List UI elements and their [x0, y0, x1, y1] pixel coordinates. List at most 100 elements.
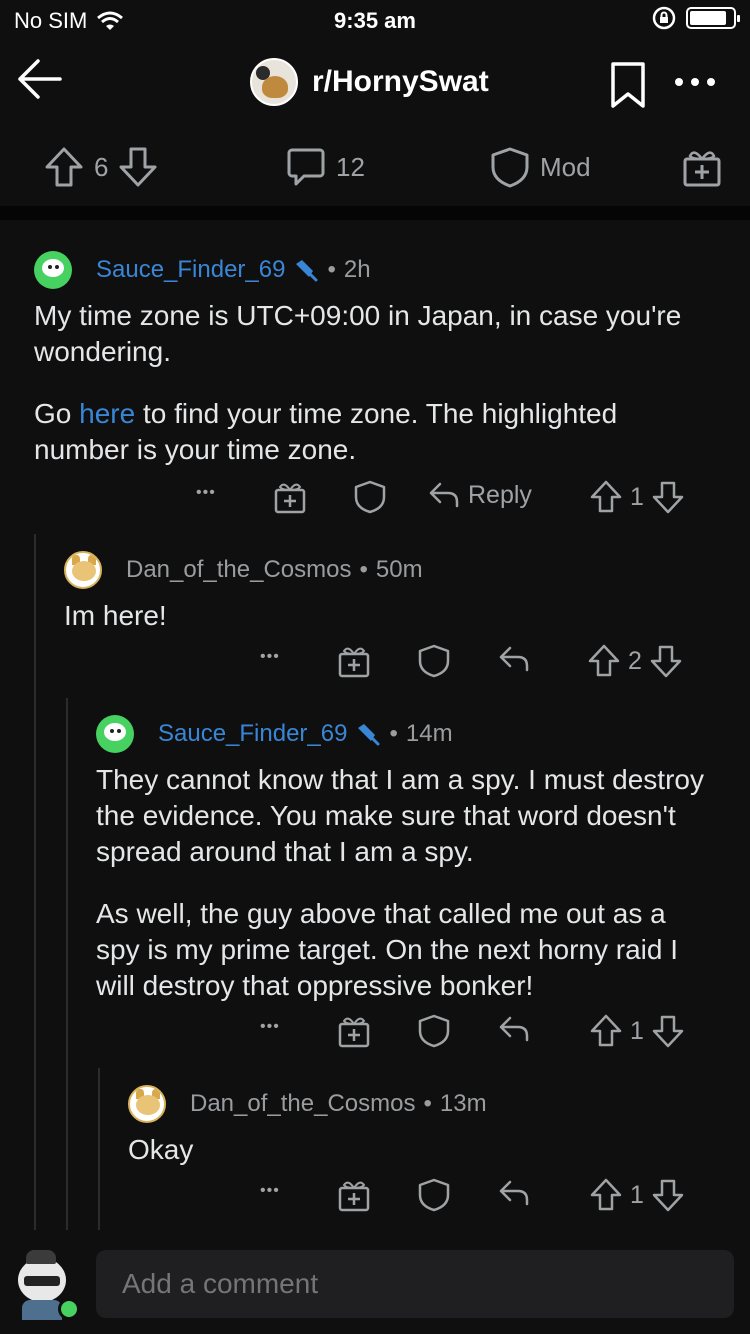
more-icon: ••• [260, 1018, 280, 1035]
downvote-icon[interactable] [652, 1014, 684, 1048]
vote-count: 1 [630, 1016, 644, 1045]
header: r/HornySwat [0, 40, 750, 130]
shield-icon [418, 1014, 450, 1048]
mod-shield-button[interactable] [354, 480, 386, 514]
timestamp: 2h [343, 256, 371, 283]
avatar[interactable] [128, 1085, 166, 1123]
downvote-icon[interactable] [652, 480, 684, 514]
more-options-button[interactable] [670, 62, 720, 106]
more-button[interactable]: ••• [260, 1182, 280, 1200]
user-avatar[interactable] [14, 1248, 80, 1320]
vote-group: 1 [590, 1178, 684, 1212]
comment: Dan_of_the_Cosmos • 50m Im here! [64, 550, 714, 634]
downvote-icon[interactable] [650, 644, 682, 678]
downvote-icon[interactable] [652, 1178, 684, 1212]
username[interactable]: Dan_of_the_Cosmos [126, 556, 351, 584]
post-vote-count: 6 [94, 151, 109, 182]
award-button[interactable] [682, 146, 722, 188]
comment-paragraph: Okay [128, 1134, 194, 1165]
separator: • [423, 1090, 432, 1117]
subreddit-title: r/HornySwat [312, 65, 489, 98]
comment-paragraph: My time zone is UTC+09:00 in Japan, in c… [34, 300, 682, 367]
comment-header: Sauce_Finder_69 • 2h [34, 250, 714, 290]
upvote-icon[interactable] [590, 1014, 622, 1048]
more-button[interactable]: ••• [260, 1018, 280, 1036]
mod-shield-button[interactable] [418, 644, 450, 678]
comment-bar [0, 1234, 750, 1334]
reply-button[interactable] [498, 1014, 530, 1044]
more-icon: ••• [196, 484, 216, 501]
username[interactable]: Dan_of_the_Cosmos [190, 1090, 415, 1118]
mod-button[interactable]: Mod [490, 146, 591, 188]
upvote-icon[interactable] [588, 644, 620, 678]
comment-body: Okay [128, 1132, 718, 1168]
vote-group: 1 [590, 1014, 684, 1048]
comment-actions: ••• 1 [0, 1178, 750, 1218]
username[interactable]: Sauce_Finder_69 [96, 256, 285, 284]
reply-button[interactable]: Reply [428, 480, 532, 510]
battery-icon [686, 7, 740, 29]
comment-icon [287, 148, 325, 186]
thread-line[interactable] [66, 698, 68, 1230]
vote-count: 1 [630, 1180, 644, 1209]
more-icon: ••• [260, 1182, 280, 1199]
reply-icon [429, 482, 459, 508]
comment-body: They cannot know that I am a spy. I must… [96, 762, 716, 1004]
mod-label: Mod [540, 151, 591, 182]
comment: Sauce_Finder_69 • 14m They cannot know t… [96, 714, 716, 1004]
reply-icon [499, 1016, 529, 1042]
upvote-icon[interactable] [590, 1178, 622, 1212]
separator: • [389, 720, 398, 747]
vote-group: 1 [590, 480, 684, 514]
microphone-icon [358, 724, 380, 746]
gift-icon [338, 1017, 370, 1048]
comment-paragraph: Go here to find your time zone. The high… [34, 396, 714, 468]
award-button[interactable] [338, 644, 370, 678]
post-action-bar: 6 12 Mod [0, 130, 750, 220]
subreddit-header[interactable]: r/HornySwat [250, 58, 489, 106]
avatar[interactable] [64, 551, 102, 589]
reply-button[interactable] [498, 644, 530, 674]
reply-button[interactable] [498, 1178, 530, 1208]
avatar[interactable] [96, 715, 134, 753]
timestamp: 14m [405, 720, 453, 747]
separator: • [359, 556, 368, 583]
shield-icon [418, 1178, 450, 1212]
more-button[interactable]: ••• [260, 648, 280, 666]
comment-paragraph: They cannot know that I am a spy. I must… [96, 764, 704, 867]
back-button[interactable] [14, 54, 64, 104]
username[interactable]: Sauce_Finder_69 [158, 720, 347, 748]
mod-shield-button[interactable] [418, 1014, 450, 1048]
add-comment-input[interactable] [96, 1250, 734, 1318]
award-button[interactable] [338, 1014, 370, 1048]
comment-paragraph: Im here! [64, 600, 167, 631]
comment-header: Sauce_Finder_69 • 14m [96, 714, 716, 754]
online-status-indicator [58, 1298, 80, 1320]
reply-label: Reply [468, 480, 532, 509]
here-link[interactable]: here [79, 398, 135, 429]
reply-icon [499, 646, 529, 672]
status-bar: No SIM 9:35 am [0, 0, 750, 40]
upvote-icon[interactable] [590, 480, 622, 514]
shield-icon [418, 644, 450, 678]
post-comments-button[interactable]: 12 [286, 146, 365, 188]
gift-icon [683, 151, 721, 187]
comment-thread: Sauce_Finder_69 • 2h My time zone is UTC… [0, 230, 750, 1230]
mod-shield-button[interactable] [418, 1178, 450, 1212]
comment-paragraph: As well, the guy above that called me ou… [96, 898, 679, 1001]
award-button[interactable] [338, 1178, 370, 1212]
upvote-icon[interactable] [44, 146, 84, 188]
comment: Dan_of_the_Cosmos • 13m Okay [128, 1084, 718, 1168]
post-comment-count: 12 [336, 151, 365, 182]
award-button[interactable] [274, 480, 306, 514]
more-button[interactable]: ••• [196, 484, 216, 502]
bookmark-button[interactable] [608, 60, 652, 110]
gift-icon [274, 483, 306, 514]
comment-body: My time zone is UTC+09:00 in Japan, in c… [34, 298, 714, 468]
subreddit-avatar [250, 58, 298, 106]
downvote-icon[interactable] [118, 146, 158, 188]
vote-count: 2 [628, 646, 642, 675]
comment-actions: ••• 1 [0, 1014, 750, 1054]
avatar[interactable] [34, 251, 72, 289]
thread-line[interactable] [34, 534, 36, 1230]
